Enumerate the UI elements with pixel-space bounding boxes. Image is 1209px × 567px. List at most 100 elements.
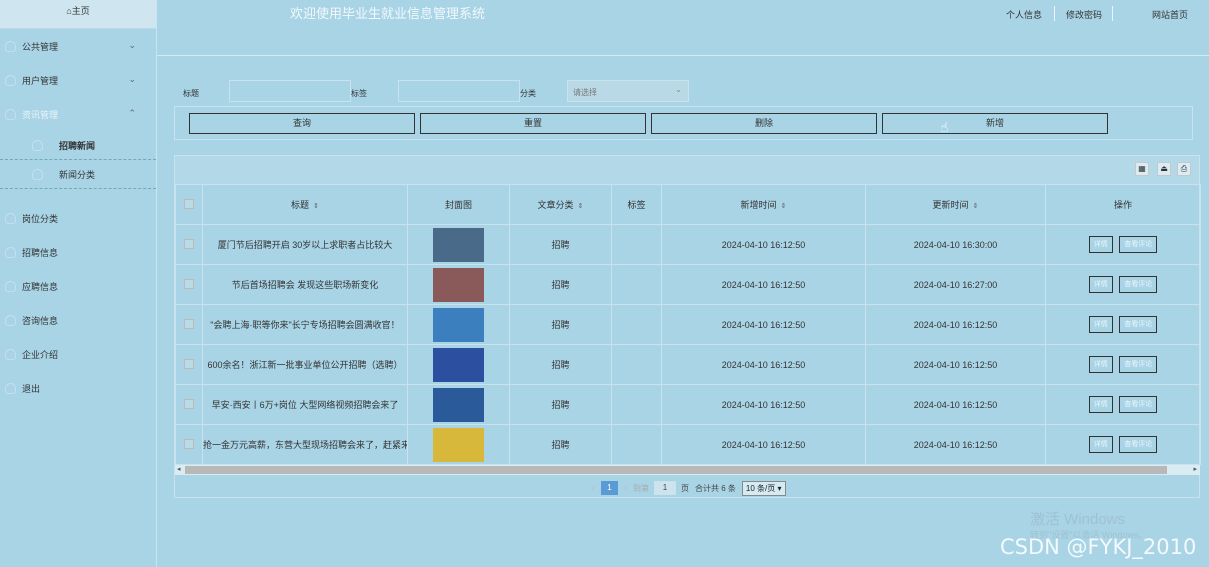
prev-page-button[interactable]: ‹ <box>592 483 595 493</box>
cover-image[interactable] <box>433 387 484 422</box>
column-header-title[interactable]: 标题 ⇕ <box>202 184 408 225</box>
column-header-category[interactable]: 文章分类 ⇕ <box>509 184 612 225</box>
site-home-link[interactable]: 网站首页 <box>1152 8 1188 21</box>
view-comments-button[interactable]: 查看评论 <box>1119 236 1158 253</box>
table-row[interactable]: 抢一金万元高薪，东营大型现场招聘会来了，赶紧来 招聘 2024-04-10 16… <box>175 424 1201 465</box>
detail-button[interactable]: 详情 <box>1088 276 1113 293</box>
sidebar-item-consult-info[interactable]: 咨询信息 <box>0 303 156 337</box>
tag-label: 标签 <box>351 89 367 98</box>
sort-icon[interactable]: ⇕ <box>313 203 319 210</box>
detail-button[interactable]: 详情 <box>1088 436 1113 453</box>
view-comments-button[interactable]: 查看评论 <box>1119 276 1158 293</box>
cover-image[interactable] <box>433 267 484 302</box>
sort-icon[interactable]: ⇕ <box>781 203 787 210</box>
category-cell: 招聘 <box>509 224 612 265</box>
row-checkbox[interactable] <box>184 358 194 369</box>
table-row[interactable]: "会聘上海·职等你来"长宁专场招聘会圆满收官！ 招聘 2024-04-10 16… <box>175 304 1201 345</box>
detail-button[interactable]: 详情 <box>1088 396 1113 413</box>
table-row[interactable]: 节后首场招聘会 发现这些职场新变化 招聘 2024-04-10 16:12:50… <box>175 264 1201 305</box>
sidebar-home[interactable]: ⌂主页 <box>0 0 156 29</box>
sidebar-item-public[interactable]: 公共管理 ⌄ <box>0 29 156 63</box>
sidebar-item-label: 用户管理 <box>22 75 59 86</box>
sidebar-item-company-intro[interactable]: 企业介绍 <box>0 337 156 371</box>
updated-time-cell: 2024-04-10 16:12:50 <box>865 344 1046 385</box>
column-header-tag: 标签 <box>611 184 662 225</box>
cover-image[interactable] <box>433 347 484 382</box>
csdn-watermark: CSDN @FYKJ_2010 <box>1000 535 1197 559</box>
add-button[interactable]: 新增 <box>882 113 1108 134</box>
delete-button[interactable]: 删除 <box>651 113 877 134</box>
cover-image[interactable] <box>433 427 484 462</box>
table-row[interactable]: 厦门节后招聘开启 30岁以上求职者占比较大 招聘 2024-04-10 16:1… <box>175 224 1201 265</box>
view-comments-button[interactable]: 查看评论 <box>1119 356 1158 373</box>
row-select-cell <box>175 224 203 265</box>
select-all-checkbox[interactable] <box>184 198 194 209</box>
query-button[interactable]: 查询 <box>189 113 415 134</box>
page-size-select[interactable]: 10 条/页 ▾ <box>741 480 786 496</box>
sidebar-subitem-news-category[interactable]: 新闻分类 <box>0 160 156 189</box>
tag-cell <box>611 224 662 265</box>
data-table: 标题 ⇕ 封面图 文章分类 ⇕ 标签 新增时间 ⇕ 更新时间 ⇕ 操作 厦门节后招聘开启… <box>175 184 1201 465</box>
row-checkbox[interactable] <box>184 278 194 289</box>
row-checkbox[interactable] <box>184 318 194 329</box>
cover-cell <box>407 344 510 385</box>
column-header-label: 封面图 <box>444 200 472 210</box>
row-checkbox[interactable] <box>184 438 194 449</box>
view-comments-button[interactable]: 查看评论 <box>1119 316 1158 333</box>
sidebar-item-recruit-info[interactable]: 招聘信息 <box>0 235 156 269</box>
sort-icon[interactable]: ⇕ <box>973 203 979 210</box>
menu-icon <box>5 348 16 360</box>
goto-page-input[interactable]: 1 <box>654 481 676 495</box>
data-table-card: ▦ ⏏ ⎙ 标题 ⇕ 封面图 文章分类 ⇕ 标签 新增时间 ⇕ 更新时间 ⇕ 操作 厦门… <box>174 155 1201 498</box>
profile-link[interactable]: 个人信息 <box>1006 8 1042 21</box>
print-icon[interactable]: ⎙ <box>1177 162 1191 176</box>
column-header-created[interactable]: 新增时间 ⇕ <box>661 184 866 225</box>
detail-button[interactable]: 详情 <box>1088 316 1113 333</box>
sidebar: ⌂主页 公共管理 ⌄ 用户管理 ⌄ 资讯管理 ⌃ 招聘新闻 新闻分类 岗位分类 … <box>0 0 157 567</box>
row-checkbox[interactable] <box>184 398 194 409</box>
horizontal-scrollbar[interactable]: ◂ ▸ <box>175 465 1200 475</box>
menu-icon <box>5 382 16 394</box>
view-comments-button[interactable]: 查看评论 <box>1119 396 1158 413</box>
sidebar-item-news[interactable]: 资讯管理 ⌃ <box>0 97 156 131</box>
sidebar-item-job-category[interactable]: 岗位分类 <box>0 201 156 235</box>
scrollbar-thumb[interactable] <box>185 466 1167 474</box>
scroll-right-icon[interactable]: ▸ <box>1193 465 1197 473</box>
goto-label: 到第 <box>633 483 649 493</box>
sort-icon[interactable]: ⇕ <box>578 203 584 210</box>
row-checkbox[interactable] <box>184 238 194 249</box>
change-password-link[interactable]: 修改密码 <box>1066 8 1102 21</box>
chevron-up-icon: ⌃ <box>128 108 136 118</box>
updated-time-cell: 2024-04-10 16:12:50 <box>865 424 1046 465</box>
next-page-button[interactable]: › <box>624 483 627 493</box>
header-divider <box>1112 6 1113 21</box>
reset-button[interactable]: 重置 <box>420 113 646 134</box>
sidebar-item-label: 公共管理 <box>22 41 59 52</box>
column-header-label: 操作 <box>1113 200 1132 210</box>
cover-image[interactable] <box>433 307 484 342</box>
table-row[interactable]: 600余名！浙江新一批事业单位公开招聘（选聘） 招聘 2024-04-10 16… <box>175 344 1201 385</box>
sidebar-subitem-recruit-news[interactable]: 招聘新闻 <box>0 131 156 160</box>
column-header-label: 更新时间 <box>932 200 969 210</box>
tag-input[interactable] <box>398 80 520 102</box>
updated-time-cell: 2024-04-10 16:12:50 <box>865 304 1046 345</box>
scroll-left-icon[interactable]: ◂ <box>177 465 181 473</box>
detail-button[interactable]: 详情 <box>1088 236 1113 253</box>
row-select-cell <box>175 264 203 305</box>
actions-cell: 详情 查看评论 <box>1045 424 1201 465</box>
category-select[interactable]: 请选择 ⌄ <box>567 80 689 102</box>
export-icon[interactable]: ⏏ <box>1157 162 1171 176</box>
detail-button[interactable]: 详情 <box>1088 356 1113 373</box>
sidebar-item-users[interactable]: 用户管理 ⌄ <box>0 63 156 97</box>
title-input[interactable] <box>229 80 351 102</box>
sidebar-item-logout[interactable]: 退出 <box>0 371 156 405</box>
row-select-cell <box>175 304 203 345</box>
category-cell: 招聘 <box>509 304 612 345</box>
table-row[interactable]: 早安·西安丨6万+岗位 大型网络视频招聘会来了 招聘 2024-04-10 16… <box>175 384 1201 425</box>
page-number-current[interactable]: 1 <box>601 481 618 495</box>
columns-icon[interactable]: ▦ <box>1135 162 1149 176</box>
view-comments-button[interactable]: 查看评论 <box>1119 436 1158 453</box>
column-header-updated[interactable]: 更新时间 ⇕ <box>865 184 1046 225</box>
cover-image[interactable] <box>433 227 484 262</box>
sidebar-item-application-info[interactable]: 应聘信息 <box>0 269 156 303</box>
